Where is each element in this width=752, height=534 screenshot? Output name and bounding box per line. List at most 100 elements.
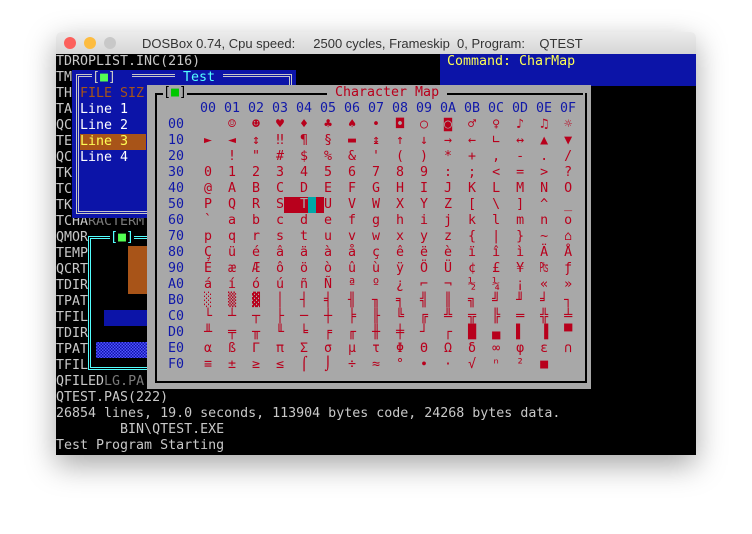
column-header: 02	[247, 101, 264, 116]
close-button[interactable]	[64, 37, 76, 49]
char-row[interactable]: áíóúñÑªº¿⌐¬½¼¡«»	[204, 277, 588, 293]
shaded-bar	[96, 342, 148, 358]
column-header: 0F	[559, 101, 576, 116]
char-row[interactable]: ☺☻♥♦♣♠•◘○◙♂♀♪♫☼	[204, 117, 588, 133]
row-header: 80	[167, 245, 184, 260]
row-header: E0	[167, 341, 184, 356]
dos-screen[interactable]: TDROPLIST.INC(216) TM TH TA QC TE QC TK TC TK TCHA…	[56, 54, 696, 455]
char-row[interactable]: ≡±≥≤⌠⌡÷≈°∙·√ⁿ²■	[204, 357, 588, 373]
row-header: B0	[167, 293, 184, 308]
row-header: 70	[167, 229, 184, 244]
brown-block	[128, 246, 148, 294]
dosbox-window: DOSBox 0.74, Cpu speed: 2500 cycles, Fra…	[56, 32, 696, 455]
console-text: TFIL	[56, 358, 89, 373]
close-box[interactable]: [■]	[163, 85, 188, 101]
row-header: A0	[167, 277, 184, 292]
list-item[interactable]: Line 1	[80, 102, 128, 118]
window-title: DOSBox 0.74, Cpu speed: 2500 cycles, Fra…	[142, 36, 583, 51]
char-row[interactable]: @ABCDEFGHIJKLMNO	[204, 181, 588, 197]
selected-char[interactable]: T	[292, 197, 316, 213]
console-line: TEMP	[56, 246, 88, 262]
close-box-glyph: ■	[100, 70, 109, 85]
console-line: TC	[56, 182, 72, 198]
character-map-window[interactable]: [■] Character Map 00 01 02 03 04 05 06 07 08 09 0A…	[147, 85, 591, 389]
console-line: QC	[56, 150, 72, 166]
console-text: QMOR	[56, 230, 89, 245]
char-row[interactable]: ►◄↕‼¶§▬↨↑↓→←∟↔▲▼	[204, 133, 588, 149]
console-text: TDROPLIST.INC(216)	[56, 54, 201, 69]
column-header: 05	[319, 101, 336, 116]
console-text-dim: LG.PA	[104, 374, 145, 389]
character-map-title: Character Map	[327, 85, 448, 101]
column-header: 0E	[535, 101, 552, 116]
char-row[interactable]: PQRSTUVWXYZ[\]^_	[204, 197, 588, 213]
console-line: TDIR	[56, 326, 88, 342]
console-text: TK	[56, 198, 73, 213]
console-line: TK	[56, 198, 72, 214]
char-row[interactable]: ÇüéâäàåçêëèïîìÄÅ	[204, 245, 588, 261]
row-header: 00	[167, 117, 184, 132]
console-text: TC	[56, 182, 73, 197]
column-header: 0B	[463, 101, 480, 116]
console-line: TH	[56, 86, 72, 102]
column-header: 0D	[511, 101, 528, 116]
column-header: FILE SIZ	[80, 86, 145, 101]
char-row[interactable]: ÉæÆôöòûùÿÖÜ¢£¥₧ƒ	[204, 261, 588, 277]
console-text: TK	[56, 166, 73, 181]
list-item[interactable]: Line 2	[80, 118, 128, 134]
row-header: 20	[167, 149, 184, 164]
command-bar: Command: CharMap	[440, 54, 696, 86]
console-line: TK	[56, 166, 72, 182]
row-header: 90	[167, 261, 184, 276]
char-row[interactable]: αßΓπΣσµτΦΘΩδ∞φε∩	[204, 341, 588, 357]
console-line: QMOR	[56, 230, 88, 246]
console-text: QC	[56, 118, 73, 133]
console-text: Test Program Starting	[56, 438, 225, 453]
title-bar: DOSBox 0.74, Cpu speed: 2500 cycles, Fra…	[56, 32, 696, 55]
char-row[interactable]: !"#$%&'()*+,-./	[204, 149, 588, 165]
console-line: TFIL	[56, 358, 88, 374]
row-header: D0	[167, 325, 184, 340]
char-row[interactable]: ░▒▓│┤╡╢╖╕╣║╗╝╜╛┐	[204, 293, 588, 309]
console-text: TE	[56, 134, 73, 149]
console-line: TDIR	[56, 278, 88, 294]
console-line: TPAT	[56, 294, 88, 310]
console-text: TM	[56, 70, 73, 85]
char-row[interactable]: pqrstuvwxyz{|}~⌂	[204, 229, 588, 245]
console-text: TDIR	[56, 326, 89, 341]
column-header: 0A	[439, 101, 456, 116]
row-header: C0	[167, 309, 184, 324]
console-text: TH	[56, 86, 73, 101]
char-row[interactable]: 0123456789:;<=>?	[204, 165, 588, 181]
close-box[interactable]: [■]	[92, 70, 116, 86]
column-header: 09	[415, 101, 432, 116]
console-text: BIN\QTEST.EXE	[56, 422, 225, 437]
console-line: TM	[56, 70, 72, 86]
char-row[interactable]: `abcdefghijklmno	[204, 213, 588, 229]
console-text: QC	[56, 150, 73, 165]
column-header: 07	[367, 101, 384, 116]
char-row[interactable]: ╨╤╥╙╘╒╓╫╪┘┌█▄▌▐▀	[204, 325, 588, 341]
column-header: 08	[391, 101, 408, 116]
console-line: TPAT	[56, 342, 88, 358]
close-box-glyph: ■	[118, 230, 127, 245]
minimize-button[interactable]	[84, 37, 96, 49]
row-header: F0	[167, 357, 184, 372]
console-text: TEMP	[56, 246, 89, 261]
row-header: 50	[167, 197, 184, 212]
console-text: QFILED	[56, 374, 105, 389]
console-line: Test Program Starting	[56, 438, 224, 454]
console-text: TPAT	[56, 294, 89, 309]
console-text: TDIR	[56, 278, 89, 293]
zoom-button[interactable]	[104, 37, 116, 49]
column-header: 03	[271, 101, 288, 116]
list-item[interactable]: Line 3	[80, 134, 146, 150]
close-box[interactable]: [■]	[110, 230, 135, 246]
char-row[interactable]: └┴┬├─┼╞╟╚╔╩╦╠═╬╧	[204, 309, 588, 325]
list-item[interactable]: Line 4	[80, 150, 128, 166]
secondary-window[interactable]: [■]	[88, 230, 151, 370]
row-header: 60	[167, 213, 184, 228]
row-header: 10	[167, 133, 184, 148]
test-window-title: Test	[175, 70, 224, 86]
console-line: BIN\QTEST.EXE	[56, 422, 224, 438]
